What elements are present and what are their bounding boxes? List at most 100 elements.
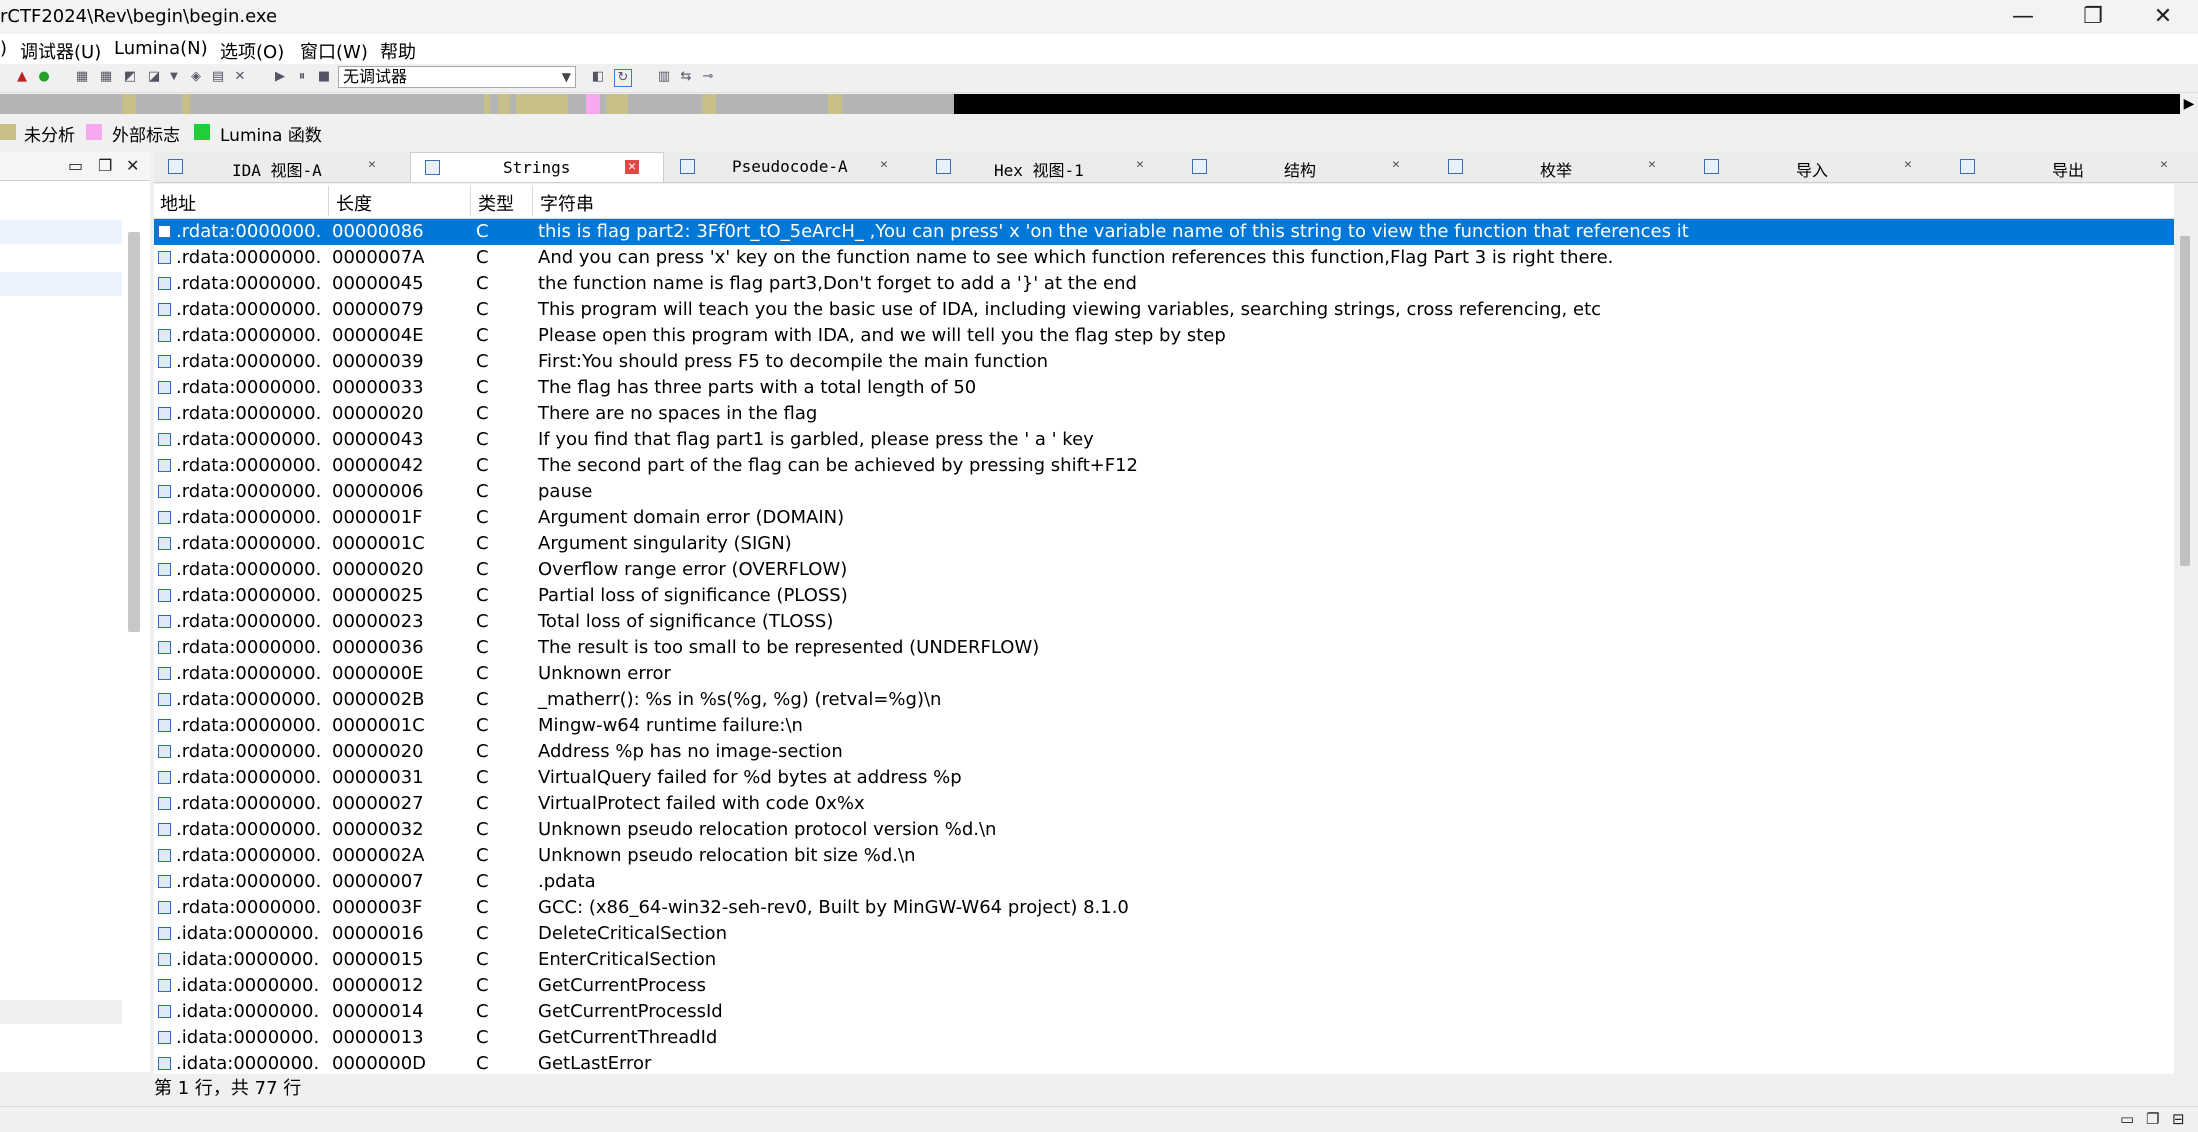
minimize-button[interactable]: — [1988, 0, 2058, 34]
tab-close-icon[interactable]: ✕ [1648, 157, 1656, 172]
graph-icon[interactable]: ▲ [14, 69, 30, 85]
tab-hex-view[interactable]: Hex 视图-1 ✕ [922, 152, 1176, 182]
table-row[interactable]: .rdata:0000000... 00000023 C Total loss of … [154, 609, 2174, 635]
table-row[interactable]: .rdata:0000000... 00000006 Cpause [154, 479, 2174, 505]
table-row[interactable]: .rdata:0000000... 0000001C C Argument singu… [154, 531, 2174, 557]
column-header-string[interactable]: 字符串 [540, 190, 594, 216]
table-row[interactable]: .rdata:0000000... 0000004E C Please open th… [154, 323, 2174, 349]
status-close-icon[interactable]: ⊟ [2172, 1110, 2185, 1128]
table-row[interactable]: .rdata:0000000... 00000045 Cthe function n… [154, 271, 2174, 297]
column-header-length[interactable]: 长度 [336, 190, 372, 216]
toolbar-tool-1-icon[interactable]: ▦ [74, 69, 90, 85]
functions-pane-scrollbar[interactable] [128, 232, 140, 632]
cell-string: DeleteCriticalSection [538, 923, 727, 944]
toolbar-dropdown-icon[interactable]: ▼ [166, 69, 182, 85]
menu-help[interactable]: 帮助 [380, 38, 416, 64]
table-row[interactable]: .rdata:0000000... 0000001C C Mingw-w64 runt… [154, 713, 2174, 739]
table-row[interactable]: .rdata:0000000... 00000033 C The flag has t… [154, 375, 2174, 401]
toolbar-tool-2-icon[interactable]: ▦ [98, 69, 114, 85]
tab-close-icon[interactable]: ✕ [1392, 157, 1400, 172]
table-row[interactable]: .rdata:0000000... 00000043 C If you find th… [154, 427, 2174, 453]
table-row[interactable]: .rdata:0000000... 00000042 C The second par… [154, 453, 2174, 479]
maximize-button[interactable]: ❐ [2058, 0, 2128, 34]
column-divider[interactable] [532, 186, 533, 216]
tab-imports[interactable]: 导入 ✕ [1690, 152, 1944, 182]
menu-debugger[interactable]: 调试器(U) [20, 38, 101, 64]
table-row[interactable]: .rdata:0000000... 00000032 C Unknown pseud… [154, 817, 2174, 843]
strings-table[interactable]: 地址 长度 类型 字符串 .rdata:0000000... 00000086 Ct… [154, 184, 2174, 1074]
toolbar-tool-4-icon[interactable]: ◪ [146, 69, 162, 85]
tab-structures[interactable]: 结构 ✕ [1178, 152, 1432, 182]
scrollbar-thumb[interactable] [2180, 236, 2190, 566]
table-row[interactable]: .rdata:0000000... 0000002A C Unknown pseud… [154, 843, 2174, 869]
tab-close-icon[interactable]: ✕ [880, 157, 888, 172]
toolbar-close-icon[interactable]: ✕ [232, 69, 248, 85]
table-row[interactable]: .rdata:0000000... 00000020 C Address %p has… [154, 739, 2174, 765]
table-row[interactable]: .rdata:0000000... 0000003F C GCC: (x86_64-w… [154, 895, 2174, 921]
status-maximize-icon[interactable]: ▭ [2120, 1110, 2134, 1128]
menu-window[interactable]: 窗口(W) [300, 38, 368, 64]
run-status-icon[interactable]: ● [36, 69, 52, 85]
table-row[interactable]: .rdata:0000000... 00000020 C There are no s… [154, 401, 2174, 427]
table-row[interactable]: .rdata:0000000... 00000025 C Partial loss o… [154, 583, 2174, 609]
table-row[interactable]: .rdata:0000000... 0000000E C Unknown error [154, 661, 2174, 687]
table-row[interactable]: .rdata:0000000... 00000031 C VirtualQuery … [154, 765, 2174, 791]
function-list-row[interactable] [0, 272, 122, 296]
tab-close-icon[interactable]: ✕ [625, 160, 639, 174]
menu-options[interactable]: 选项(O) [220, 38, 284, 64]
table-row[interactable]: .rdata:0000000... 00000027 C VirtualProtec… [154, 791, 2174, 817]
table-row[interactable]: .idata:0000000... 00000015 C EnterCriticalS… [154, 947, 2174, 973]
table-row[interactable]: .rdata:0000000... 00000020 C Overflow range… [154, 557, 2174, 583]
tab-enums[interactable]: 枚举 ✕ [1434, 152, 1688, 182]
tab-pseudocode[interactable]: Pseudocode-A ✕ [666, 152, 920, 182]
tab-close-icon[interactable]: ✕ [1136, 157, 1144, 172]
tab-ida-view[interactable]: IDA 视图-A ✕ [154, 152, 408, 182]
table-row[interactable]: .idata:0000000... 00000012 C GetCurrentProc… [154, 973, 2174, 999]
table-row[interactable]: .idata:0000000... 0000000D C GetLastError [154, 1051, 2174, 1074]
function-list-row[interactable] [0, 1000, 122, 1024]
pane-close-icon[interactable]: ✕ [126, 156, 139, 175]
column-header-type[interactable]: 类型 [478, 190, 514, 216]
toolbar-tool-8-icon[interactable]: ↻ [614, 69, 632, 87]
table-row[interactable]: .rdata:0000000... 00000086 Cthis is flag p… [154, 219, 2174, 245]
table-row[interactable]: .idata:0000000... 00000016 C DeleteCritical… [154, 921, 2174, 947]
status-restore-icon[interactable]: ❐ [2146, 1110, 2159, 1128]
table-row[interactable]: .rdata:0000000... 00000036 C The result is … [154, 635, 2174, 661]
table-row[interactable]: .rdata:0000000... 0000002B C _matherr(): %s… [154, 687, 2174, 713]
table-row[interactable]: .rdata:0000000... 00000007 C .pdata [154, 869, 2174, 895]
pane-maximize-icon[interactable]: ▭ [68, 156, 83, 175]
table-vertical-scrollbar[interactable] [2178, 210, 2192, 1074]
toolbar-tool-9-icon[interactable]: ▥ [656, 69, 672, 85]
table-row[interactable]: .rdata:0000000... 00000039 C First:You shou… [154, 349, 2174, 375]
function-list-row[interactable] [0, 220, 122, 244]
close-button[interactable]: ✕ [2128, 0, 2198, 34]
menu-lead[interactable]: ) [0, 38, 7, 59]
table-row[interactable]: .rdata:0000000... 00000079 C This program w… [154, 297, 2174, 323]
toolbar-tool-5-icon[interactable]: ◈ [188, 69, 204, 85]
toolbar-tool-3-icon[interactable]: ◩ [122, 69, 138, 85]
column-divider[interactable] [328, 186, 329, 216]
tab-close-icon[interactable]: ✕ [2160, 157, 2168, 172]
tab-exports[interactable]: 导出 ✕ [1946, 152, 2198, 182]
toolbar-tool-10-icon[interactable]: ⇆ [678, 69, 694, 85]
navigation-band[interactable] [0, 94, 2180, 114]
tab-close-icon[interactable]: ✕ [1904, 157, 1912, 172]
table-row[interactable]: .idata:0000000... 00000014 C GetCurrentProc… [154, 999, 2174, 1025]
debugger-select[interactable]: 无调试器 ▼ [338, 66, 576, 88]
tab-close-icon[interactable]: ✕ [368, 157, 376, 172]
nav-scroll-arrow-icon[interactable]: ▶ [2180, 94, 2198, 114]
table-row[interactable]: .rdata:0000000... 0000007A C And you can pr… [154, 245, 2174, 271]
toolbar-tool-7-icon[interactable]: ◧ [590, 69, 606, 85]
menu-lumina[interactable]: Lumina(N) [114, 38, 208, 59]
column-divider[interactable] [470, 186, 471, 216]
table-row[interactable]: .rdata:0000000... 0000001F C Argument domai… [154, 505, 2174, 531]
start-debug-icon[interactable]: ▶ [272, 69, 288, 85]
table-row[interactable]: .idata:0000000... 00000013 C GetCurrentThre… [154, 1025, 2174, 1051]
toolbar-tool-6-icon[interactable]: ▤ [210, 69, 226, 85]
stop-debug-icon[interactable]: ■ [316, 69, 332, 85]
column-header-address[interactable]: 地址 [160, 190, 196, 216]
pause-debug-icon[interactable]: ⏸ [294, 69, 310, 85]
tab-strings[interactable]: Strings ✕ [410, 152, 664, 182]
pane-restore-icon[interactable]: ❐ [98, 156, 112, 175]
toolbar-tool-11-icon[interactable]: ⊸ [700, 69, 716, 85]
